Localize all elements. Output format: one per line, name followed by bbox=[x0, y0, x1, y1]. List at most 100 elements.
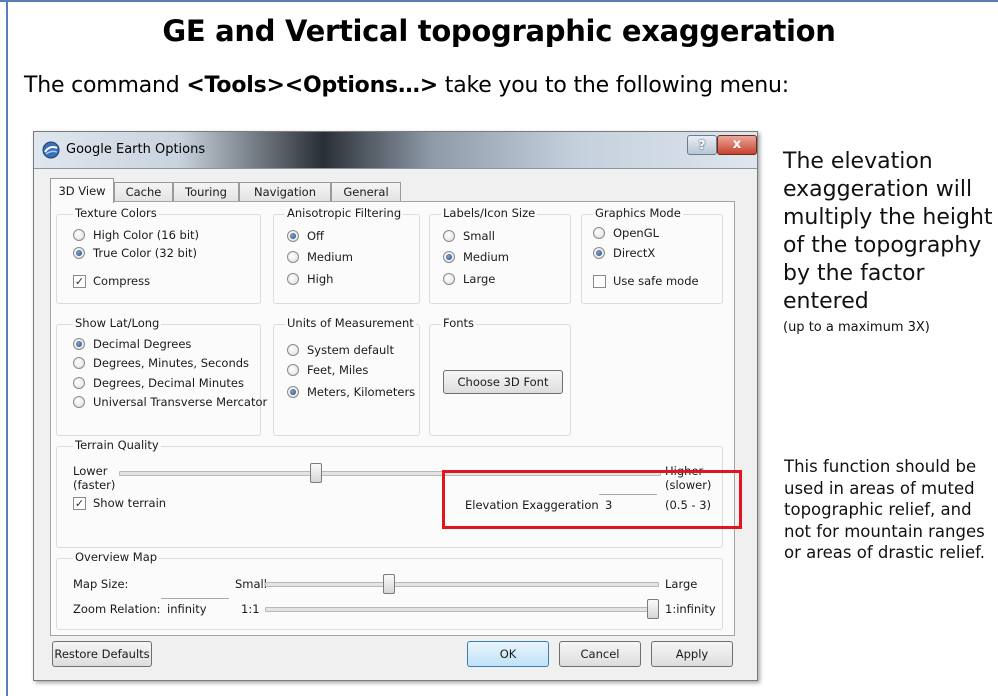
radio-size-small[interactable]: Small bbox=[443, 229, 495, 243]
intro-command: <Tools><Options…> bbox=[186, 73, 438, 98]
elevation-note-text: The elevation exaggeration will multiply… bbox=[783, 149, 993, 314]
tab-general[interactable]: General bbox=[331, 182, 401, 202]
google-earth-icon bbox=[42, 141, 60, 159]
usage-note: This function should be used in areas of… bbox=[784, 457, 985, 562]
checkbox-label: Compress bbox=[93, 274, 151, 288]
radio-label: Off bbox=[307, 229, 324, 243]
zoom-relation-slider-track[interactable] bbox=[265, 607, 659, 612]
radio-decimal-degrees[interactable]: Decimal Degrees bbox=[73, 337, 191, 351]
radio-indicator bbox=[443, 230, 455, 242]
close-button[interactable]: x bbox=[717, 135, 757, 155]
intro-suffix: take you to the following menu: bbox=[437, 73, 789, 98]
radio-indicator bbox=[73, 396, 85, 408]
slide-left-border bbox=[6, 0, 8, 696]
map-size-label: Map Size: bbox=[73, 577, 129, 591]
radio-label: Feet, Miles bbox=[307, 363, 369, 377]
elevation-highlight-box bbox=[442, 470, 742, 529]
safe-mode-checkbox[interactable]: Use safe mode bbox=[593, 274, 699, 288]
radio-system-default[interactable]: System default bbox=[287, 343, 394, 357]
radio-indicator bbox=[73, 377, 85, 389]
radio-size-medium[interactable]: Medium bbox=[443, 250, 509, 264]
radio-decimal-minutes[interactable]: Degrees, Decimal Minutes bbox=[73, 376, 244, 390]
radio-indicator bbox=[73, 247, 85, 259]
dialog-titlebar[interactable]: Google Earth Options ? x bbox=[34, 132, 757, 169]
radio-indicator bbox=[593, 247, 605, 259]
radio-true-color[interactable]: True Color (32 bit) bbox=[73, 246, 197, 260]
terrain-lower-label: Lower bbox=[73, 464, 108, 478]
tab-touring[interactable]: Touring bbox=[173, 182, 239, 202]
radio-label: Large bbox=[463, 272, 496, 286]
radio-aniso-medium[interactable]: Medium bbox=[287, 250, 353, 264]
radio-indicator bbox=[287, 364, 299, 376]
map-size-large-label: Large bbox=[665, 577, 698, 591]
show-terrain-checkbox[interactable]: ✓ Show terrain bbox=[73, 496, 166, 510]
overview-map-label: Overview Map bbox=[73, 550, 160, 564]
terrain-quality-label: Terrain Quality bbox=[73, 438, 161, 452]
radio-label: OpenGL bbox=[613, 226, 660, 240]
radio-indicator bbox=[73, 338, 85, 350]
radio-label: System default bbox=[307, 343, 395, 357]
radio-label: DirectX bbox=[613, 246, 656, 260]
radio-indicator bbox=[287, 386, 299, 398]
zoom-relation-slider-thumb[interactable] bbox=[647, 599, 659, 619]
check-icon: ✓ bbox=[73, 496, 86, 510]
zoom-relation-input[interactable]: infinity bbox=[161, 598, 229, 619]
checkbox-label: Show terrain bbox=[93, 496, 167, 510]
labels-icon-size-label: Labels/Icon Size bbox=[441, 206, 538, 220]
texture-colors-label: Texture Colors bbox=[73, 206, 159, 220]
tab-3d-view[interactable]: 3D View bbox=[50, 178, 114, 203]
terrain-faster-label: (faster) bbox=[73, 478, 116, 492]
tab-navigation[interactable]: Navigation bbox=[239, 182, 331, 202]
check-icon: ✓ bbox=[73, 274, 86, 288]
apply-button[interactable]: Apply bbox=[651, 641, 733, 667]
radio-label: Medium bbox=[463, 250, 509, 264]
tab-cache[interactable]: Cache bbox=[114, 182, 173, 202]
radio-label: Meters, Kilometers bbox=[307, 385, 416, 399]
radio-directx[interactable]: DirectX bbox=[593, 246, 655, 260]
restore-defaults-button[interactable]: Restore Defaults bbox=[52, 641, 152, 667]
compress-checkbox[interactable]: ✓ Compress bbox=[73, 274, 150, 288]
radio-indicator bbox=[287, 344, 299, 356]
radio-label: Small bbox=[463, 229, 495, 243]
units-group bbox=[273, 324, 420, 436]
cancel-button[interactable]: Cancel bbox=[559, 641, 641, 667]
radio-utm[interactable]: Universal Transverse Mercator bbox=[73, 395, 267, 409]
slide-title: GE and Vertical topographic exaggeration bbox=[162, 14, 836, 48]
radio-indicator bbox=[287, 273, 299, 285]
radio-label: High bbox=[307, 272, 334, 286]
3d-view-panel: Texture Colors High Color (16 bit) True … bbox=[50, 201, 735, 636]
fonts-label: Fonts bbox=[441, 316, 477, 330]
radio-label: Medium bbox=[307, 250, 353, 264]
radio-size-large[interactable]: Large bbox=[443, 272, 495, 286]
radio-label: Decimal Degrees bbox=[93, 337, 192, 351]
map-size-small-label: Small bbox=[235, 577, 267, 591]
choose-3d-font-button[interactable]: Choose 3D Font bbox=[443, 370, 563, 394]
ok-button[interactable]: OK bbox=[467, 641, 549, 667]
dialog-title: Google Earth Options bbox=[66, 142, 206, 157]
radio-high-color[interactable]: High Color (16 bit) bbox=[73, 228, 199, 242]
elevation-note: The elevation exaggeration will multiply… bbox=[783, 148, 993, 338]
show-lat-long-label: Show Lat/Long bbox=[73, 316, 162, 330]
radio-opengl[interactable]: OpenGL bbox=[593, 226, 659, 240]
radio-label: Degrees, Minutes, Seconds bbox=[93, 356, 250, 370]
radio-meters-km[interactable]: Meters, Kilometers bbox=[287, 385, 415, 399]
check-icon bbox=[593, 274, 606, 288]
map-size-slider-track[interactable] bbox=[265, 582, 659, 587]
radio-indicator bbox=[593, 227, 605, 239]
graphics-mode-label: Graphics Mode bbox=[593, 206, 683, 220]
radio-label: True Color (32 bit) bbox=[93, 246, 198, 260]
terrain-quality-slider-thumb[interactable] bbox=[309, 463, 322, 483]
radio-indicator bbox=[287, 230, 299, 242]
help-button[interactable]: ? bbox=[687, 135, 717, 155]
radio-indicator bbox=[443, 251, 455, 263]
radio-indicator bbox=[443, 273, 455, 285]
radio-aniso-high[interactable]: High bbox=[287, 272, 333, 286]
elevation-note-max: (up to a maximum 3X) bbox=[783, 320, 930, 335]
radio-indicator bbox=[73, 357, 85, 369]
radio-dms[interactable]: Degrees, Minutes, Seconds bbox=[73, 356, 249, 370]
radio-aniso-off[interactable]: Off bbox=[287, 229, 324, 243]
map-size-slider-thumb[interactable] bbox=[383, 574, 396, 594]
radio-label: Degrees, Decimal Minutes bbox=[93, 376, 244, 390]
checkbox-label: Use safe mode bbox=[613, 274, 699, 288]
radio-feet-miles[interactable]: Feet, Miles bbox=[287, 363, 368, 377]
